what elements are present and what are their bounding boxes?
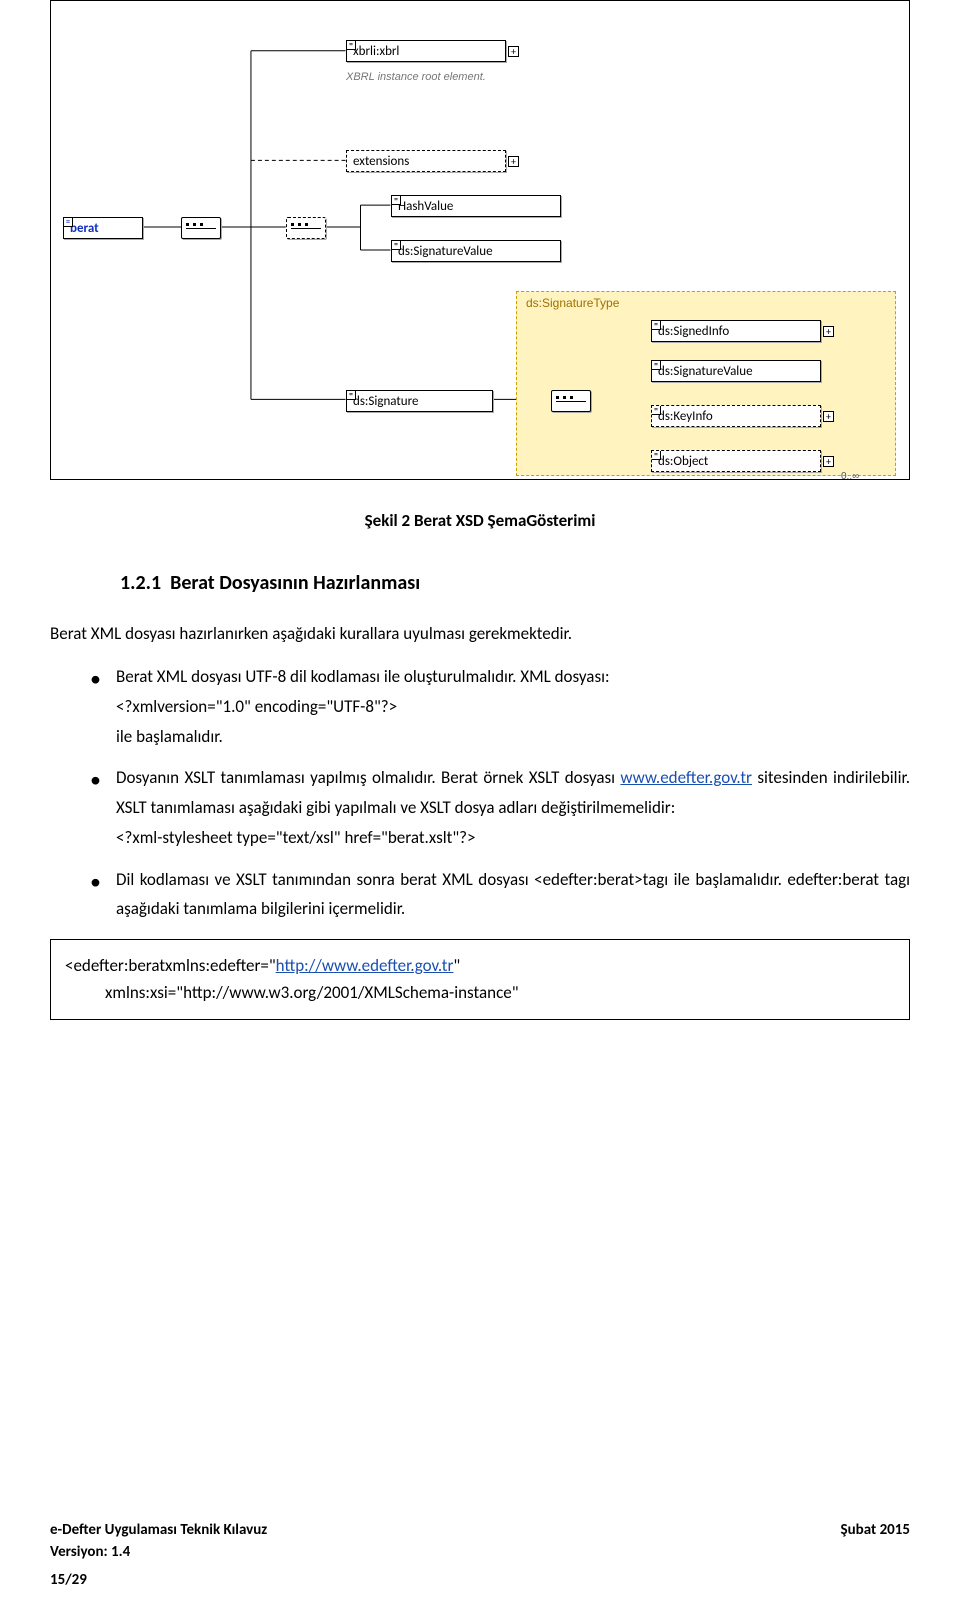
cardinality-label: 0..∞ bbox=[841, 471, 859, 482]
sequence-connector bbox=[551, 390, 591, 412]
link-edefter[interactable]: www.edefter.gov.tr bbox=[620, 767, 752, 788]
list-item: Berat XML dosyası UTF-8 dil kodlaması il… bbox=[90, 662, 910, 751]
node-signaturevalue: = ds:SignatureValue bbox=[391, 240, 561, 262]
node-xbrli-xbrl: = xbrli:xbrl + bbox=[346, 40, 506, 62]
group-signature-type bbox=[516, 291, 896, 476]
expand-icon: + bbox=[823, 411, 834, 422]
sequence-connector bbox=[286, 217, 326, 239]
code-block: <edefter:beratxmlns:edefter="http://www.… bbox=[50, 939, 910, 1019]
footer-date: Şubat 2015 bbox=[841, 1521, 910, 1539]
node-ds-signature: = ds:Signature bbox=[346, 390, 493, 412]
list-item: Dil kodlaması ve XSLT tanımından sonra b… bbox=[90, 865, 910, 925]
node-signedinfo: = ds:SignedInfo + bbox=[651, 320, 821, 342]
expand-icon: + bbox=[823, 326, 834, 337]
node-signaturevalue-2: = ds:SignatureValue bbox=[651, 360, 821, 382]
node-hashvalue: = HashValue bbox=[391, 195, 561, 217]
node-dsobject: = ds:Object + bbox=[651, 450, 821, 472]
node-keyinfo: = ds:KeyInfo + bbox=[651, 405, 821, 427]
section-heading: 1.2.1 Berat Dosyasının Hazırlanması bbox=[120, 571, 910, 595]
footer-version: Versiyon: 1.4 bbox=[50, 1543, 130, 1561]
list-item: Dosyanın XSLT tanımlaması yapılmış olmal… bbox=[90, 763, 910, 852]
label-signature-type: ds:SignatureType bbox=[526, 296, 619, 310]
footer-title: e-Defter Uygulaması Teknik Kılavuz bbox=[50, 1521, 267, 1539]
xsd-schema-diagram: = berat = xbrli:xbrl + XBRL instance roo… bbox=[50, 0, 910, 480]
expand-icon: + bbox=[823, 456, 834, 467]
sequence-connector bbox=[181, 217, 221, 239]
figure-caption: Şekil 2 Berat XSD ŞemaGösterimi bbox=[50, 510, 910, 531]
expand-icon: + bbox=[508, 156, 519, 167]
intro-paragraph: Berat XML dosyası hazırlanırken aşağıdak… bbox=[50, 620, 910, 647]
link-edefter-ns[interactable]: http://www.edefter.gov.tr bbox=[276, 955, 454, 976]
page-footer: e-Defter Uygulaması Teknik Kılavuz Şubat… bbox=[50, 1521, 910, 1589]
annotation-xbrl: XBRL instance root element. bbox=[346, 71, 546, 83]
node-berat: = berat bbox=[63, 217, 143, 239]
node-extensions: extensions + bbox=[346, 150, 506, 172]
page-number: 15/29 bbox=[50, 1571, 910, 1589]
expand-icon: + bbox=[508, 46, 519, 57]
rules-list: Berat XML dosyası UTF-8 dil kodlaması il… bbox=[90, 662, 910, 924]
